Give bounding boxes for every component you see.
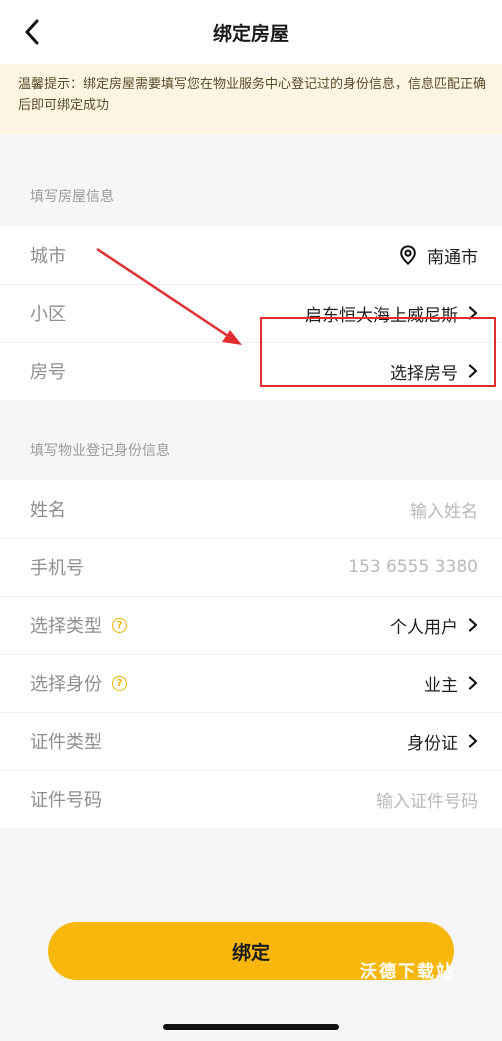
house-section-title: 填写房屋信息 [30, 189, 114, 205]
phone-input[interactable]: 153 6555 3380 [348, 557, 478, 577]
city-row[interactable]: 城市 南通市 [0, 226, 502, 284]
name-row[interactable]: 姓名 输入姓名 [0, 480, 502, 538]
chevron-right-icon [468, 676, 478, 690]
user-type-label: 选择类型 [30, 616, 102, 637]
chevron-right-icon [468, 734, 478, 748]
id-type-value-wrap: 身份证 [407, 729, 478, 754]
room-number-value: 选择房号 [390, 363, 458, 384]
id-number-row[interactable]: 证件号码 输入证件号码 [0, 770, 502, 828]
identity-section-header: 填写物业登记身份信息 [0, 400, 502, 480]
room-number-row[interactable]: 房号 选择房号 [0, 342, 502, 400]
community-row[interactable]: 小区 启东恒大海上威尼斯 [0, 284, 502, 342]
id-type-label: 证件类型 [30, 732, 102, 753]
home-indicator [163, 1024, 339, 1030]
user-type-row[interactable]: 选择类型 ? 个人用户 [0, 596, 502, 654]
id-number-label: 证件号码 [30, 790, 102, 811]
room-number-value-wrap: 选择房号 [390, 359, 478, 384]
location-pin-icon [400, 245, 416, 265]
page-title: 绑定房屋 [212, 22, 289, 45]
user-type-value-wrap: 个人用户 [390, 613, 478, 638]
city-label: 城市 [30, 246, 66, 267]
notice-banner: 温馨提示：绑定房屋需要填写您在物业服务中心登记过的身份信息，信息匹配正确后即可绑… [0, 64, 502, 134]
role-value: 业主 [424, 675, 458, 696]
phone-row[interactable]: 手机号 153 6555 3380 [0, 538, 502, 596]
city-value-wrap: 南通市 [399, 243, 478, 268]
house-info-group: 城市 南通市 小区 启东恒大海上威尼斯 房号 选择房号 [0, 226, 502, 400]
nav-bar: 绑定房屋 [0, 0, 502, 64]
role-label-wrap: 选择身份 ? [30, 670, 127, 696]
help-icon[interactable]: ? [112, 617, 127, 633]
role-row[interactable]: 选择身份 ? 业主 [0, 654, 502, 712]
user-type-label-wrap: 选择类型 ? [30, 612, 127, 638]
house-section-header: 填写房屋信息 [0, 134, 502, 226]
chevron-right-icon [468, 306, 478, 320]
back-arrow-icon [25, 19, 39, 45]
id-number-input[interactable]: 输入证件号码 [376, 787, 478, 812]
identity-section-title: 填写物业登记身份信息 [30, 443, 170, 459]
help-icon[interactable]: ? [112, 675, 127, 691]
role-value-wrap: 业主 [424, 671, 478, 696]
user-type-value: 个人用户 [390, 617, 458, 638]
community-label: 小区 [30, 304, 66, 325]
room-number-label: 房号 [30, 362, 66, 383]
name-input[interactable]: 输入姓名 [410, 497, 478, 522]
community-value: 启东恒大海上威尼斯 [305, 305, 458, 326]
phone-label: 手机号 [30, 558, 84, 579]
city-value: 南通市 [427, 247, 478, 268]
role-label: 选择身份 [30, 674, 102, 695]
identity-info-group: 姓名 输入姓名 手机号 153 6555 3380 选择类型 ? 个人用户 选择… [0, 480, 502, 828]
watermark-text: 沃德下载站 [360, 962, 455, 982]
id-type-row[interactable]: 证件类型 身份证 [0, 712, 502, 770]
name-label: 姓名 [30, 500, 66, 521]
chevron-right-icon [468, 364, 478, 378]
chevron-right-icon [468, 618, 478, 632]
back-button[interactable] [14, 14, 50, 50]
community-value-wrap: 启东恒大海上威尼斯 [305, 301, 478, 326]
id-type-value: 身份证 [407, 733, 458, 754]
